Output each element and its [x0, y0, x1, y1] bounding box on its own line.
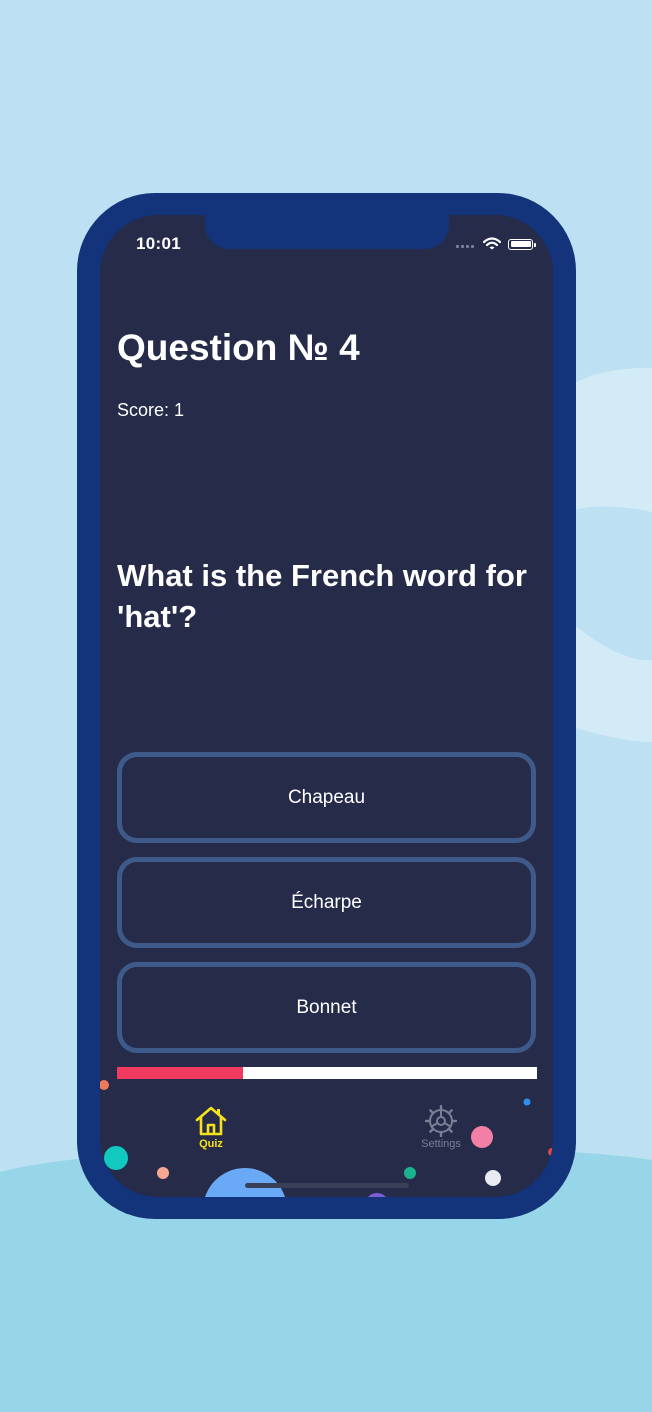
home-icon	[195, 1106, 227, 1136]
background-cloud	[575, 625, 652, 742]
app-screen: 10:01 Question № 4 Score: 1 What is the …	[100, 215, 553, 1197]
question-text: What is the French word for 'hat'?	[117, 558, 527, 634]
answer-list: Chapeau Écharpe Bonnet	[117, 752, 536, 1067]
question-number: Question № 4	[117, 327, 360, 368]
confetti-dot	[104, 1146, 128, 1170]
status-time: 10:01	[136, 234, 181, 253]
confetti-dot	[404, 1167, 416, 1179]
confetti-dot	[157, 1167, 169, 1179]
status-icons	[456, 235, 536, 253]
confetti-dot	[485, 1170, 501, 1186]
answer-button-chapeau[interactable]: Chapeau	[117, 752, 536, 843]
phone-frame: 10:01 Question № 4 Score: 1 What is the …	[77, 193, 576, 1219]
progress-bar	[117, 1067, 537, 1079]
confetti-dot	[368, 1193, 386, 1197]
answer-button-bonnet[interactable]: Bonnet	[117, 962, 536, 1053]
battery-icon	[508, 238, 536, 250]
tab-settings-label: Settings	[421, 1138, 461, 1150]
wifi-icon	[483, 237, 501, 250]
confetti-dot	[548, 1148, 553, 1156]
tab-quiz-label: Quiz	[199, 1138, 223, 1150]
progress-fill	[117, 1067, 243, 1079]
tab-quiz[interactable]: Quiz	[185, 1105, 237, 1150]
phone-notch	[205, 215, 449, 249]
signal-icon	[456, 235, 476, 253]
gear-icon	[425, 1105, 457, 1137]
confetti-dot	[471, 1126, 493, 1148]
tab-settings[interactable]: Settings	[411, 1105, 471, 1150]
confetti-dot	[523, 1098, 531, 1106]
home-indicator[interactable]	[245, 1183, 409, 1188]
score-label: Score: 1	[117, 400, 185, 420]
answer-button-echarpe[interactable]: Écharpe	[117, 857, 536, 948]
confetti-dot	[100, 1080, 109, 1090]
